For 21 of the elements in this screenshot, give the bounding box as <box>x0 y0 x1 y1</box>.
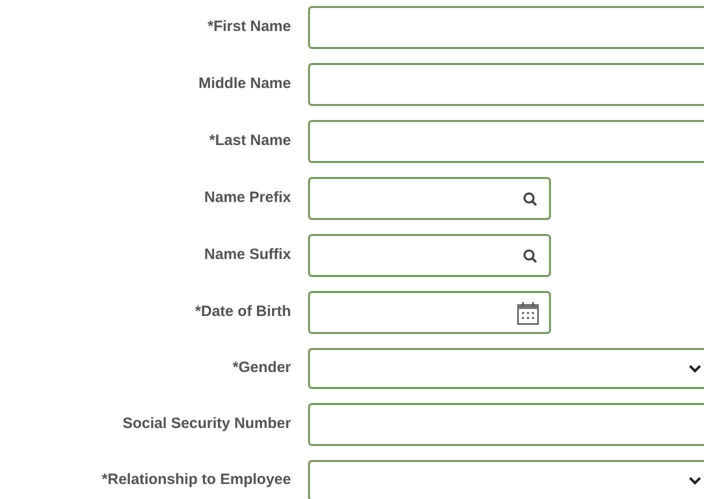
field-label: *Gender <box>232 358 291 378</box>
search-icon[interactable] <box>523 192 537 206</box>
field-label: Middle Name <box>197 74 291 94</box>
field-label: *Last Name <box>208 131 291 152</box>
chevron-down-icon[interactable] <box>688 476 702 486</box>
text-field[interactable] <box>308 403 704 446</box>
field-label: Name Prefix <box>203 188 291 208</box>
lookup-field[interactable] <box>308 177 551 220</box>
calendar-icon[interactable] <box>517 300 539 324</box>
field-label: *Date of Birth <box>194 302 291 322</box>
field-label: Social Security Number <box>122 414 291 434</box>
field-label: Name Suffix <box>203 245 291 266</box>
text-field[interactable] <box>308 6 704 49</box>
lookup-field[interactable] <box>308 234 551 277</box>
date-field[interactable] <box>308 291 551 334</box>
text-field[interactable] <box>308 63 704 106</box>
field-label: *Relationship to Employee <box>100 470 291 490</box>
search-icon[interactable] <box>523 248 537 262</box>
field-label: *First Name <box>206 17 291 38</box>
text-field[interactable] <box>308 120 704 163</box>
chevron-down-icon[interactable] <box>688 364 702 374</box>
